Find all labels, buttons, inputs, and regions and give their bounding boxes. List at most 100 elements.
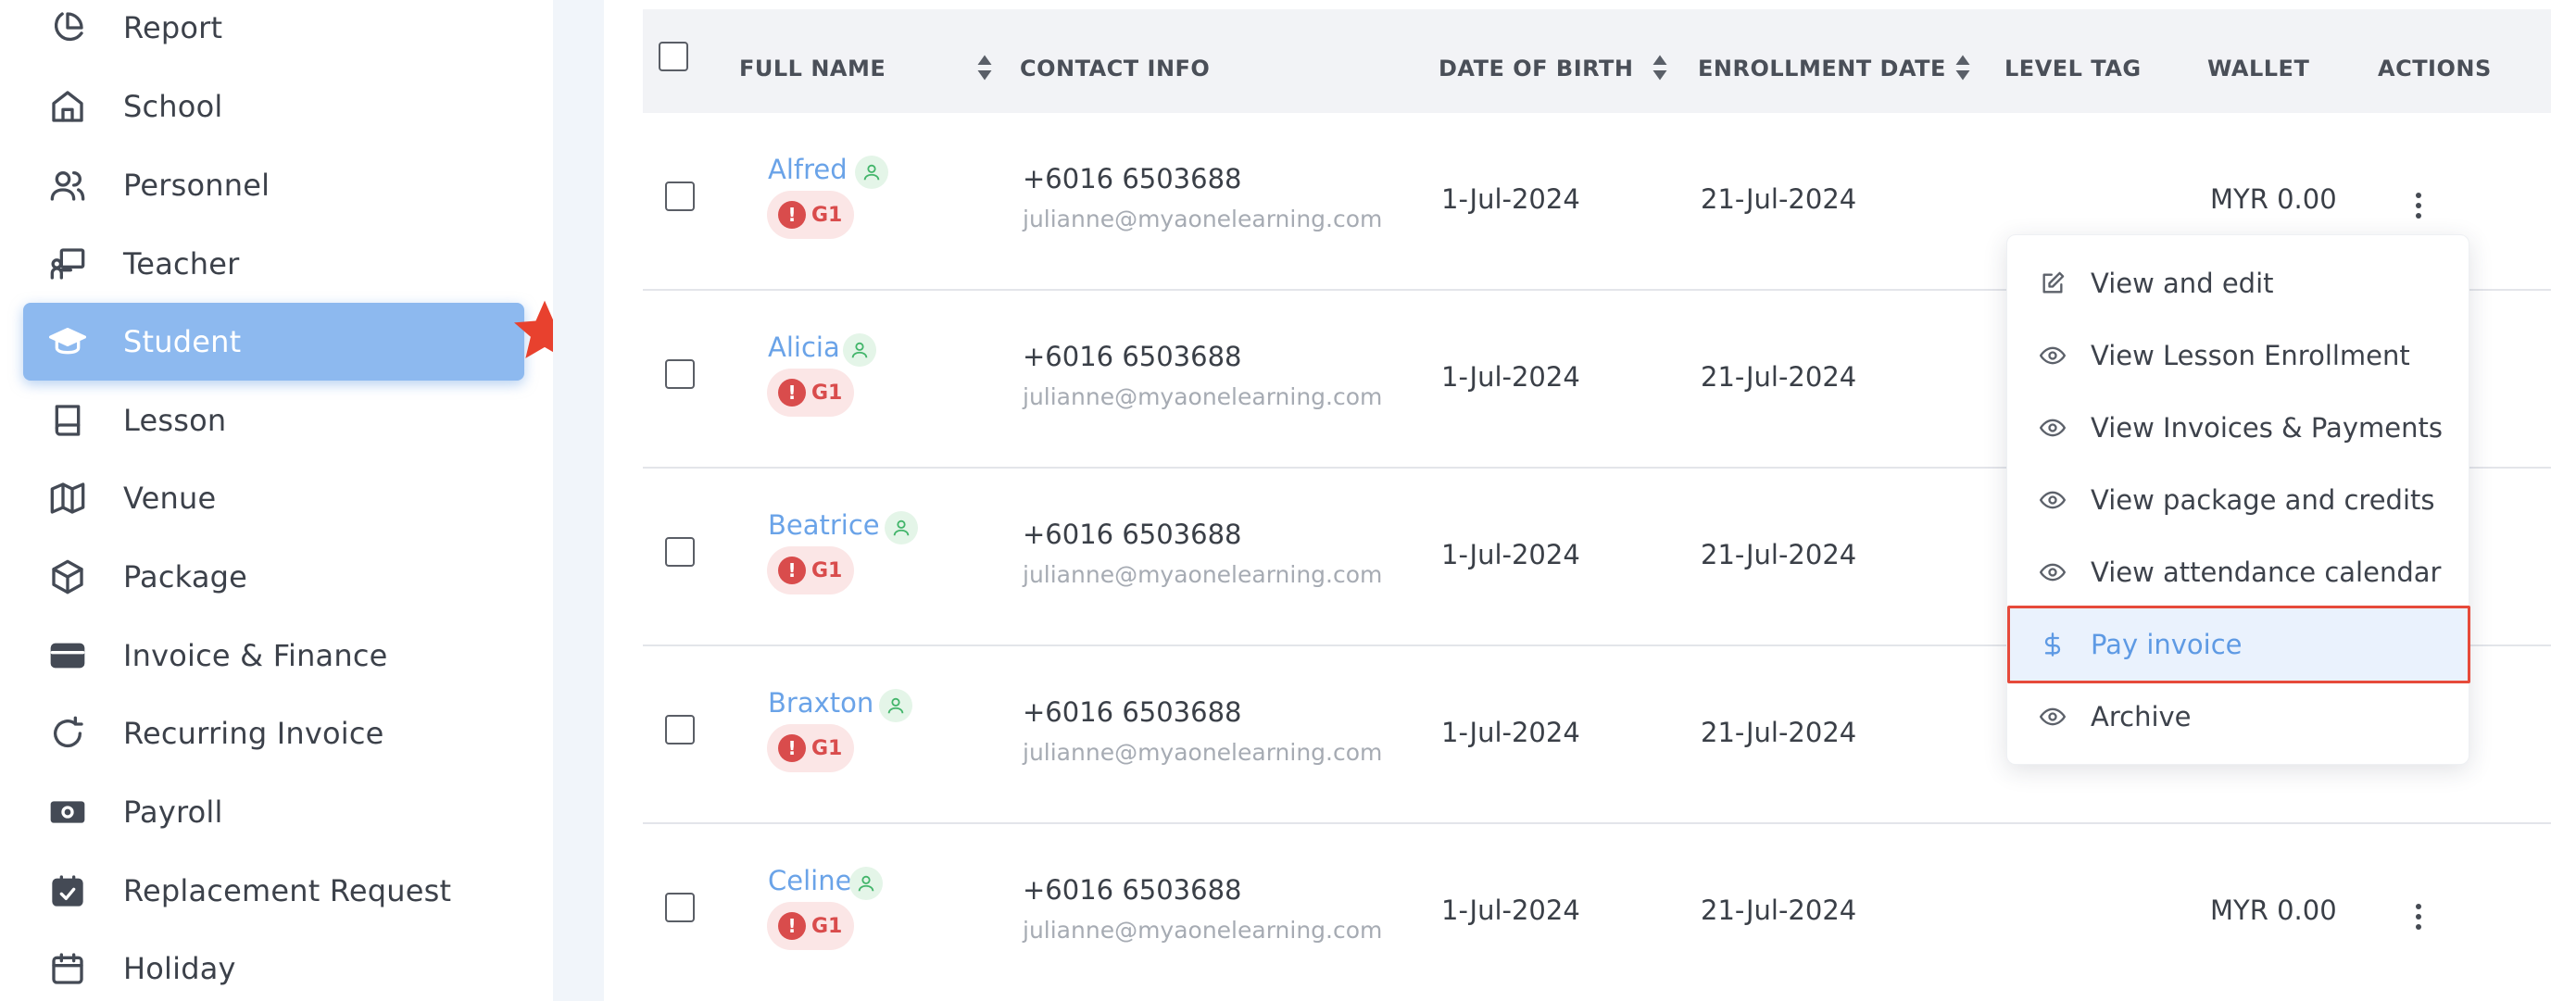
- row-checkbox[interactable]: [665, 359, 695, 389]
- row-checkbox[interactable]: [665, 537, 695, 567]
- calendar-icon: [47, 948, 88, 989]
- header-date-of-birth[interactable]: DATE OF BIRTH: [1439, 56, 1634, 81]
- sidebar: Report School Personnel Teacher Student …: [0, 0, 575, 1001]
- alert-icon: !: [778, 557, 806, 584]
- level-badge: ! G1: [767, 546, 854, 594]
- student-name-link[interactable]: Alfred: [768, 154, 848, 185]
- credit-card-icon: [47, 635, 88, 676]
- header-full-name[interactable]: FULL NAME: [739, 56, 886, 81]
- header-level-tag: LEVEL TAG: [2004, 56, 2142, 81]
- date-of-birth: 1-Jul-2024: [1441, 183, 1580, 215]
- sidebar-item-school[interactable]: School: [23, 68, 524, 145]
- sidebar-item-label: Recurring Invoice: [123, 716, 384, 751]
- menu-item-view-invoices-payments[interactable]: View Invoices & Payments: [2007, 392, 2470, 464]
- email-address: julianne@myaonelearning.com: [1023, 739, 1383, 766]
- menu-item-archive[interactable]: Archive: [2007, 681, 2470, 753]
- alert-icon: !: [778, 734, 806, 762]
- row-checkbox[interactable]: [665, 181, 695, 211]
- level-badge: ! G1: [767, 902, 854, 950]
- sidebar-item-holiday[interactable]: Holiday: [23, 930, 524, 1001]
- date-of-birth: 1-Jul-2024: [1441, 895, 1580, 926]
- cash-icon: [47, 792, 88, 832]
- row-checkbox[interactable]: [665, 715, 695, 744]
- person-icon: [855, 156, 888, 189]
- sidebar-item-package[interactable]: Package: [23, 538, 524, 616]
- map-icon: [47, 478, 88, 519]
- student-name-link[interactable]: Celine: [768, 865, 851, 896]
- sort-icon[interactable]: [1652, 54, 1668, 81]
- users-icon: [47, 165, 88, 206]
- menu-item-label: View attendance calendar: [2091, 557, 2442, 588]
- dollar-icon: [2039, 631, 2067, 658]
- menu-item-label: View Lesson Enrollment: [2091, 340, 2410, 371]
- sidebar-item-label: Payroll: [123, 795, 223, 830]
- sidebar-item-label: Invoice & Finance: [123, 638, 388, 673]
- sidebar-item-personnel[interactable]: Personnel: [23, 146, 524, 224]
- eye-icon: [2039, 414, 2067, 442]
- sort-icon[interactable]: [976, 54, 993, 81]
- menu-item-pay-invoice[interactable]: Pay invoice: [2007, 606, 2470, 683]
- level-label: G1: [811, 736, 843, 760]
- sidebar-item-venue[interactable]: Venue: [23, 459, 524, 537]
- menu-item-view-attendance-calendar[interactable]: View attendance calendar: [2007, 536, 2470, 608]
- sidebar-item-label: Personnel: [123, 168, 270, 203]
- eye-icon: [2039, 703, 2067, 731]
- menu-item-view-lesson-enrollment[interactable]: View Lesson Enrollment: [2007, 319, 2470, 392]
- content-gutter: [553, 0, 604, 1001]
- sidebar-item-teacher[interactable]: Teacher: [23, 225, 524, 303]
- menu-item-view-edit[interactable]: View and edit: [2007, 247, 2470, 319]
- sidebar-item-label: Replacement Request: [123, 873, 452, 908]
- menu-item-label: View Invoices & Payments: [2091, 412, 2443, 444]
- sidebar-item-label: Teacher: [123, 246, 240, 282]
- sidebar-item-label: Student: [123, 324, 242, 359]
- student-name-link[interactable]: Beatrice: [768, 509, 880, 541]
- level-badge: ! G1: [767, 724, 854, 772]
- sort-icon[interactable]: [1954, 54, 1971, 81]
- person-icon: [879, 689, 912, 722]
- book-icon: [47, 400, 88, 441]
- sidebar-item-recurring-invoice[interactable]: Recurring Invoice: [23, 694, 524, 772]
- sidebar-item-label: Report: [123, 10, 223, 45]
- sidebar-item-payroll[interactable]: Payroll: [23, 773, 524, 851]
- enrollment-date: 21-Jul-2024: [1701, 361, 1857, 393]
- sidebar-item-student[interactable]: Student: [23, 303, 524, 381]
- email-address: julianne@myaonelearning.com: [1023, 561, 1383, 588]
- pie-chart-icon: [47, 7, 88, 48]
- menu-item-label: Archive: [2091, 701, 2192, 732]
- sidebar-item-label: Package: [123, 559, 248, 594]
- more-actions-icon[interactable]: [2409, 898, 2428, 935]
- email-address: julianne@myaonelearning.com: [1023, 917, 1383, 944]
- select-all-checkbox[interactable]: [659, 42, 688, 71]
- menu-item-view-package-credits[interactable]: View package and credits: [2007, 464, 2470, 536]
- eye-icon: [2039, 486, 2067, 514]
- sidebar-item-replacement-request[interactable]: Replacement Request: [23, 852, 524, 930]
- row-actions-menu: View and edit View Lesson Enrollment Vie…: [2006, 234, 2470, 765]
- menu-item-label: Pay invoice: [2091, 629, 2243, 660]
- alert-icon: !: [778, 379, 806, 407]
- student-name-link[interactable]: Alicia: [768, 332, 840, 363]
- calendar-check-icon: [47, 870, 88, 911]
- student-name-link[interactable]: Braxton: [768, 687, 873, 719]
- wallet-balance: MYR 0.00: [2210, 183, 2337, 215]
- table-header: FULL NAME CONTACT INFO DATE OF BIRTH ENR…: [643, 9, 2551, 113]
- email-address: julianne@myaonelearning.com: [1023, 206, 1383, 232]
- header-actions: ACTIONS: [2378, 56, 2492, 81]
- sidebar-item-label: Venue: [123, 481, 217, 516]
- sidebar-item-label: Lesson: [123, 403, 227, 438]
- level-label: G1: [811, 558, 843, 582]
- row-checkbox[interactable]: [665, 893, 695, 922]
- eye-icon: [2039, 342, 2067, 369]
- sidebar-item-invoice-finance[interactable]: Invoice & Finance: [23, 617, 524, 694]
- phone-number: +6016 6503688: [1023, 519, 1242, 550]
- more-actions-icon[interactable]: [2409, 187, 2428, 224]
- person-icon: [849, 867, 883, 900]
- level-label: G1: [811, 381, 843, 405]
- header-enrollment-date[interactable]: ENROLLMENT DATE: [1698, 56, 1946, 81]
- phone-number: +6016 6503688: [1023, 696, 1242, 728]
- refresh-icon: [47, 713, 88, 754]
- level-label: G1: [811, 914, 843, 938]
- sidebar-item-lesson[interactable]: Lesson: [23, 382, 524, 459]
- enrollment-date: 21-Jul-2024: [1701, 183, 1857, 215]
- sidebar-item-report[interactable]: Report: [23, 0, 524, 67]
- date-of-birth: 1-Jul-2024: [1441, 717, 1580, 748]
